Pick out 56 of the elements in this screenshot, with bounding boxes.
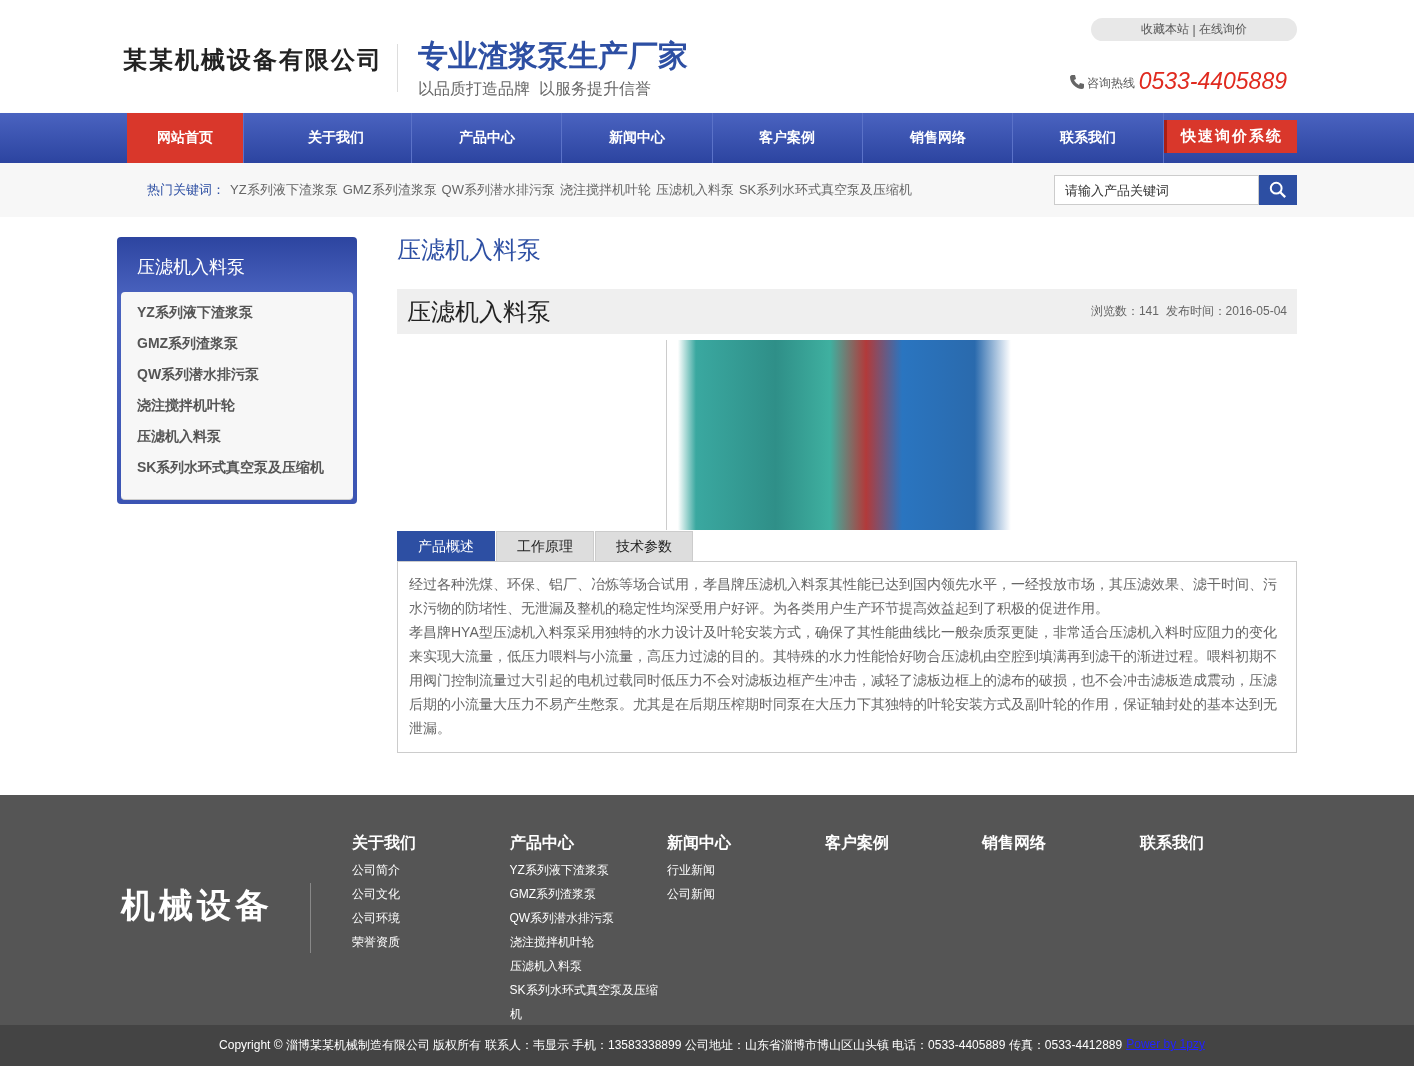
footer-heading[interactable]: 销售网络	[982, 833, 1140, 854]
footer-link[interactable]: SK系列水环式真空泵及压缩机	[509, 978, 660, 1026]
nav-item[interactable]: 网站首页	[127, 113, 244, 163]
footer-link[interactable]: YZ系列液下渣浆泵	[509, 858, 660, 882]
keyword-link[interactable]: GMZ系列渣浆泵	[342, 181, 437, 199]
footer-link[interactable]: 公司环境	[352, 906, 502, 930]
tab[interactable]: 工作原理	[496, 531, 594, 561]
keywords-label: 热门关键词：	[147, 181, 225, 199]
subslogan: 以品质打造品牌 以服务提升信誉	[418, 79, 652, 99]
tab[interactable]: 技术参数	[595, 531, 693, 561]
search-icon	[1269, 181, 1287, 199]
footer-heading[interactable]: 客户案例	[824, 833, 982, 854]
top-link[interactable]: 收藏本站	[1141, 21, 1190, 38]
sidebar-item[interactable]: SK系列水环式真空泵及压缩机	[121, 452, 353, 483]
sidebar-item[interactable]: 压滤机入料泵	[121, 421, 353, 452]
keyword-link[interactable]: SK系列水环式真空泵及压缩机	[738, 181, 913, 199]
sidebar-item[interactable]: YZ系列液下渣浆泵	[121, 297, 353, 328]
sidebar-title: 压滤机入料泵	[136, 256, 246, 279]
footer-link[interactable]: 荣誉资质	[352, 930, 502, 954]
company-logo: 某某机械设备有限公司	[123, 44, 398, 92]
footer-link[interactable]: 浇注搅拌机叶轮	[509, 930, 660, 954]
sidebar-item[interactable]: 浇注搅拌机叶轮	[121, 390, 353, 421]
copyright-text: Copyright © 淄博某某机械制造有限公司 版权所有 联系人：韦显示 手机：13583338899 公司地址：山东省淄博市博山区山头镇 电话：0533-4405889 传真：0533-4412889	[219, 1037, 1123, 1054]
hotline-label: 咨询热线	[1086, 75, 1135, 92]
keyword-link[interactable]: QW系列潜水排污泵	[441, 181, 555, 199]
footer-link[interactable]: 压滤机入料泵	[509, 954, 660, 978]
footer-link[interactable]: 行业新闻	[667, 858, 817, 882]
separator-text: |	[1192, 22, 1196, 37]
post-meta: 浏览数：141 发布时间：2016-05-04	[1090, 303, 1287, 320]
footer-link[interactable]: 公司新闻	[667, 882, 817, 906]
footer-link[interactable]: GMZ系列渣浆泵	[509, 882, 660, 906]
hotline-number: 0533-4405889	[1138, 68, 1287, 95]
sidebar-item[interactable]: GMZ系列渣浆泵	[121, 328, 353, 359]
slogan: 专业渣浆泵生产厂家	[418, 38, 688, 74]
footer-heading[interactable]: 新闻中心	[667, 833, 825, 854]
tab[interactable]: 产品概述	[397, 531, 495, 561]
sidebar-item[interactable]: QW系列潜水排污泵	[121, 359, 353, 390]
keyword-link[interactable]: YZ系列液下渣浆泵	[230, 181, 338, 199]
paragraph: 经过各种洗煤、环保、铝厂、冶炼等场合试用，孝昌牌压滤机入料泵其性能已达到国内领先水平，一经投放市场，其压滤效果、滤干时间、污水污物的防堵性、无泄漏及整机的稳定性均深受用户好评。为各类用户生产环节提高效益起到了积极的促进作用。	[409, 575, 1278, 618]
footer-heading[interactable]: 关于我们	[352, 833, 510, 854]
footer-heading[interactable]: 联系我们	[1139, 833, 1297, 854]
footer-link[interactable]: QW系列潜水排污泵	[509, 906, 660, 930]
keyword-link[interactable]: 压滤机入料泵	[655, 181, 734, 199]
search-button[interactable]	[1259, 175, 1297, 205]
footer-logo: 机械设备	[121, 883, 311, 953]
keyword-link[interactable]: 浇注搅拌机叶轮	[559, 181, 651, 199]
quick-quote-button[interactable]: 快速询价系统	[1163, 120, 1297, 153]
footer-link[interactable]: 公司文化	[352, 882, 502, 906]
search-field[interactable]: 请输入产品关键词	[1054, 175, 1259, 205]
paragraph: 孝昌牌HYA型压滤机入料泵采用独特的水力设计及叶轮安装方式，确保了其性能曲线比一般杂质泵更陡，非常适合压滤机入料时应阻力的变化来实现大流量，低压力喂料与小流量，高压力过滤的目的。其特殊的水力性能恰好吻合压滤机由空腔到填满再到滤干的渐进过程。喂料初期不用阀门控制流量过大引起的电机过载同时低压力不会对滤板边框产生冲击，减轻了滤板边框上的滤布的破损，也不会冲击滤板造成震动，压滤后期的小流量大压力不易产生憋泵。尤其是在后期压榨期时同泵在大压力下其独特的叶轮安装方式及副叶轮的作用，保证轴封处的基本达到无泄漏。	[409, 623, 1278, 738]
footer-link[interactable]: 公司简介	[352, 858, 502, 882]
phone-icon	[1068, 73, 1085, 90]
product-title: 压滤机入料泵	[407, 296, 551, 327]
top-link[interactable]: 在线询价	[1198, 21, 1247, 38]
section-title: 压滤机入料泵	[397, 237, 542, 265]
footer-heading[interactable]: 产品中心	[509, 833, 667, 854]
